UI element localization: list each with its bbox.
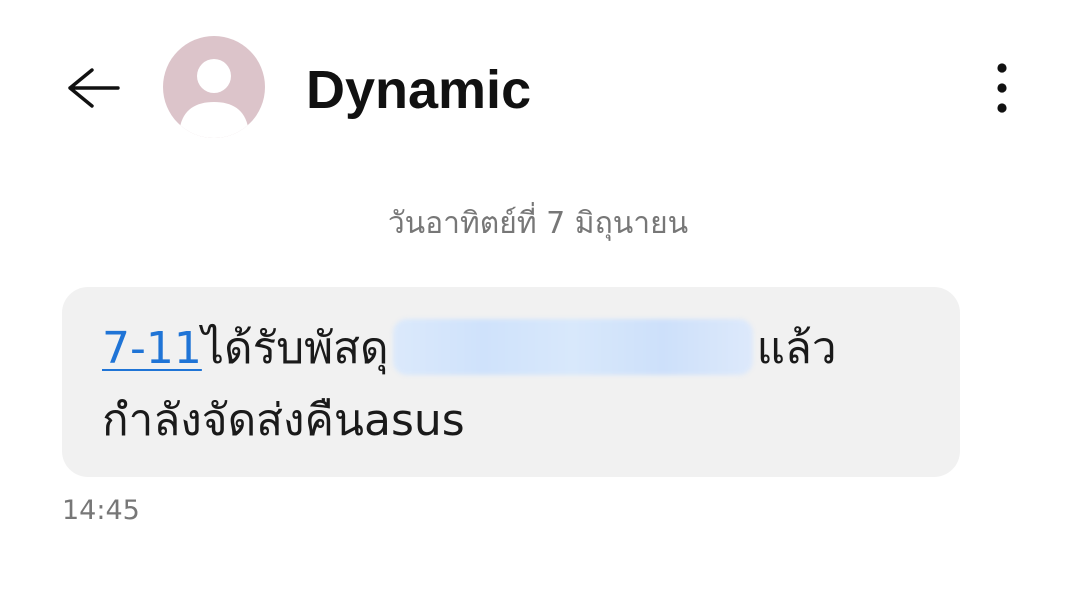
message-bubble[interactable]: 7-11ได้รับพัสดุ แล้ว กำลังจัดส่งคืนasus	[62, 287, 960, 477]
more-options-button[interactable]	[980, 60, 1024, 116]
arrow-left-icon	[68, 68, 120, 108]
person-icon	[179, 59, 249, 138]
message-line-2: กำลังจัดส่งคืนasus	[102, 395, 465, 446]
back-button[interactable]	[60, 58, 124, 118]
more-vertical-icon	[997, 63, 1007, 113]
message-link[interactable]: 7-11	[102, 323, 202, 374]
contact-name[interactable]: Dynamic	[306, 58, 531, 122]
redacted-tracking-number	[392, 319, 753, 375]
contact-avatar[interactable]	[163, 36, 265, 138]
message-text-segment: แล้ว	[756, 323, 837, 374]
conversation-header: Dynamic	[0, 0, 1080, 180]
date-separator: วันอาทิตย์ที่ 7 มิถุนายน	[387, 206, 689, 241]
message-line-1: 7-11ได้รับพัสดุ แล้ว	[102, 313, 920, 385]
message-timestamp: 14:45	[62, 495, 140, 526]
message-text-segment: ได้รับพัสดุ	[201, 323, 389, 374]
